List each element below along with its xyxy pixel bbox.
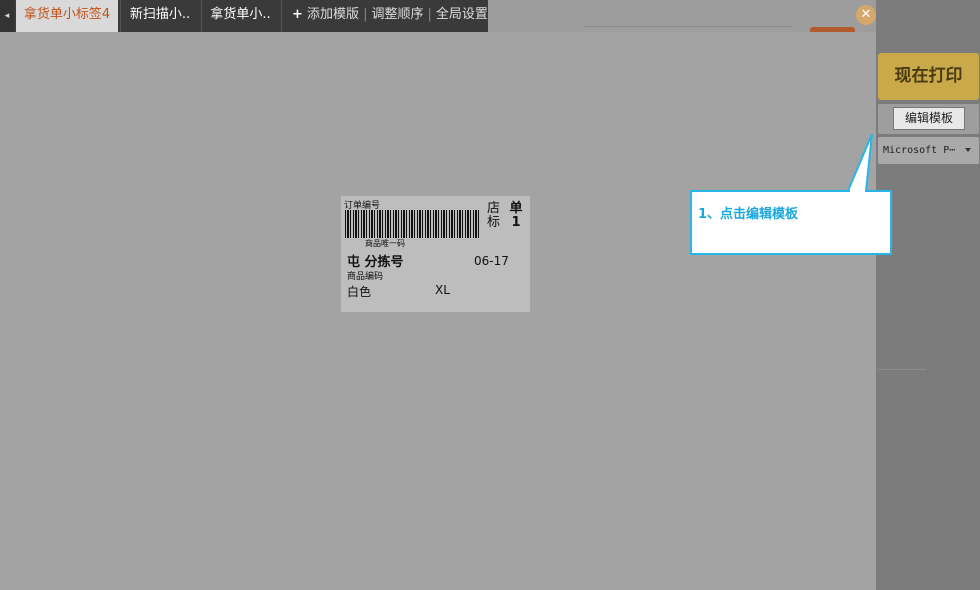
add-icon: + [292, 7, 303, 22]
single-label: 单1 [509, 201, 523, 230]
barcode-image [345, 210, 481, 238]
printer-select-value: Microsoft P⋯ [883, 145, 956, 156]
edit-template-button[interactable]: 编辑模板 [893, 107, 965, 130]
date-value: 06-17 [474, 254, 509, 268]
tab-scroll-left-icon[interactable]: ◂ [0, 0, 14, 32]
reorder-link[interactable]: 调整顺序 [371, 7, 423, 22]
sort-number-label: 屯 分拣号 [347, 255, 404, 270]
template-tab-bar: ◂ 拿货单小标签4 新扫描小.. 拿货单小.. + 添加模版 | 调整顺序 | 全局设置 [0, 0, 488, 32]
print-now-button[interactable]: 现在打印 [878, 53, 979, 100]
tab-actions: + 添加模版 | 调整顺序 | 全局设置 [281, 0, 488, 32]
chevron-down-icon [965, 148, 971, 152]
size-value: XL [435, 283, 450, 297]
label-preview: 订单编号 商品唯一码 店标 单1 屯 分拣号 06-17 商品编码 白色 XL [341, 196, 530, 312]
global-settings-link[interactable]: 全局设置 [436, 7, 488, 22]
tab-template-3[interactable]: 拿货单小.. [201, 0, 279, 32]
add-template-link[interactable]: 添加模版 [307, 7, 359, 22]
background-toolbar [488, 0, 876, 33]
divider: | [427, 7, 432, 22]
panel-divider [878, 369, 926, 370]
background-divider [583, 26, 793, 27]
tip-callout: 1、点击编辑模板 [690, 190, 892, 255]
tab-template-1[interactable]: 拿货单小标签4 [16, 0, 118, 32]
printer-select[interactable]: Microsoft P⋯ [878, 137, 979, 164]
product-code-label: 商品编码 [347, 272, 384, 282]
shop-tag-label: 店标 [487, 201, 501, 230]
divider: | [363, 7, 368, 22]
tab-template-2[interactable]: 新扫描小.. [120, 0, 199, 32]
color-value: 白色 [347, 285, 372, 299]
close-icon[interactable]: ✕ [856, 5, 876, 25]
tip-text: 1、点击编辑模板 [698, 207, 799, 222]
unique-code-label: 商品唯一码 [365, 239, 405, 248]
